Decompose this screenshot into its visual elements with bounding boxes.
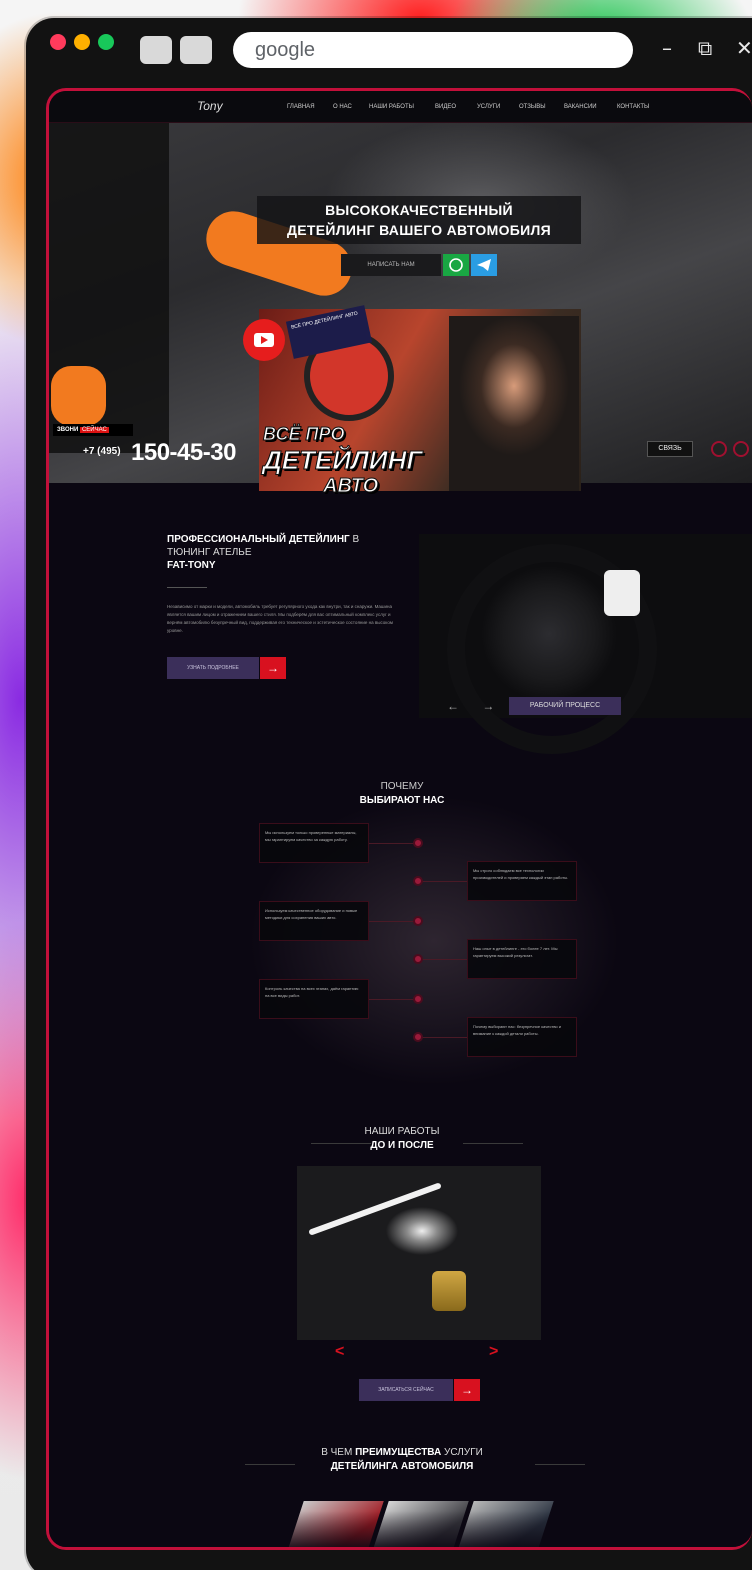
bottom-fade [49,1511,752,1547]
reason-marker [413,916,423,926]
about-title: ПРОФЕССИОНАЛЬНЫЙ ДЕТЕЙЛИНГ В ТЮНИНГ АТЕЛ… [167,533,387,572]
call-now-prefix: ЗВОНИ [57,427,79,433]
video-title: ВСЁ ПРО ДЕТЕЙЛИНГ АВТО [263,421,463,499]
advantages-title-pre: В ЧЕМ [321,1447,353,1458]
about-divider [167,587,207,588]
about-title-bold: ПРОФЕССИОНАЛЬНЫЙ ДЕТЕЙЛИНГ [167,534,350,545]
hero-headline-line1: ВЫСОКОКАЧЕСТВЕННЫЙ [325,202,513,218]
orange-glove-image-2 [51,366,106,426]
tab-square-1[interactable] [140,36,172,64]
hero-write-us-button[interactable]: НАПИСАТЬ НАМ [341,254,441,276]
call-now-tag: ЗВОНИ СЕЙЧАС [53,424,133,436]
hero-headline: ВЫСОКОКАЧЕСТВЕННЫЙ ДЕТЕЙЛИНГ ВАШЕГО АВТО… [257,196,581,244]
traffic-light-close[interactable] [50,34,66,50]
book-now-arrow-button[interactable]: → [454,1379,480,1401]
video-title-line2: ДЕТЕЙЛИНГ [263,445,423,475]
why-title-line1: ПОЧЕМУ [380,781,424,792]
reason-marker [413,876,423,886]
close-icon[interactable]: ✕ [736,36,752,60]
advantages-title-line1: В ЧЕМ ПРЕИМУЩЕСТВА УСЛУГИ [49,1447,752,1458]
slider-next-arrow[interactable]: → [482,699,494,713]
minimize-icon[interactable]: – [662,36,672,60]
phone-number[interactable]: 150-45-30 [131,439,236,467]
reason-marker [413,838,423,848]
site-navbar: Tony ГЛАВНАЯ О НАС НАШИ РАБОТЫ ВИДЕО УСЛ… [49,91,752,123]
call-now-highlight: СЕЙЧАС [79,427,109,433]
traffic-light-minimize[interactable] [74,34,90,50]
nav-item-video[interactable]: ВИДЕО [435,104,456,110]
social-circle-button-2[interactable] [733,441,749,457]
hero-side-controls: СВЯЗЬ [647,441,749,459]
video-title-line3: АВТО [323,475,379,498]
reason-marker [413,954,423,964]
spray-gun-graphic [604,570,640,616]
screenshot-scene: google – ⧉ ✕ Tony ГЛАВНАЯ О НАС НАШИ РАБ… [0,0,752,1570]
nav-item-services[interactable]: УСЛУГИ [477,104,500,110]
youtube-icon[interactable] [243,319,285,361]
advantages-title-line2: ДЕТЕЙЛИНГА АВТОМОБИЛЯ [330,1461,474,1472]
reason-card-6: Почему выбирают нас: безупречное качеств… [467,1017,577,1057]
work-process-photo [419,534,752,754]
reason-marker [413,994,423,1004]
works-title-line1: НАШИ РАБОТЫ [364,1126,440,1137]
nav-item-home[interactable]: ГЛАВНАЯ [287,104,315,110]
reason-card-1: Мы используем только проверенные материа… [259,823,369,863]
about-body-text: Независимо от марки и модели, автомобиль… [167,604,393,633]
works-title-line2: ДО И ПОСЛЕ [370,1140,434,1151]
reason-connector [421,959,467,960]
slider-prev-arrow[interactable]: ← [447,699,459,713]
works-next-arrow[interactable]: > [489,1343,498,1361]
contact-pill-button[interactable]: СВЯЗЬ [647,441,693,457]
reason-connector [421,1037,467,1038]
nav-item-works[interactable]: НАШИ РАБОТЫ [369,104,414,110]
reason-connector [369,843,417,844]
work-process-label: РАБОЧИЙ ПРОЦЕСС [509,697,621,715]
car-emblem-graphic [432,1271,466,1311]
reason-connector [421,881,467,882]
works-prev-arrow[interactable]: < [335,1343,344,1361]
nav-item-vacancies[interactable]: ВАКАНСИИ [564,104,597,110]
photo-slider-arrows: ← → [447,699,494,713]
reason-connector [369,999,417,1000]
hero-headline-line2: ДЕТЕЙЛИНГ ВАШЕГО АВТОМОБИЛЯ [287,222,551,238]
reason-card-2: Мы строго соблюдаем все технологии произ… [467,861,577,901]
reason-marker [413,1032,423,1042]
advantages-title-post: УСЛУГИ [444,1447,483,1458]
restore-icon[interactable]: ⧉ [698,36,712,60]
before-after-photo[interactable] [297,1166,541,1340]
why-title-line2: ВЫБИРАЮТ НАС [359,795,445,806]
nav-item-reviews[interactable]: ОТЗЫВЫ [519,104,546,110]
book-now-button[interactable]: ЗАПИСАТЬСЯ СЕЙЧАС [359,1379,453,1401]
advantages-title-bold: ПРЕИМУЩЕСТВА [355,1447,442,1458]
video-presenter-image [449,316,579,491]
headlight-strip-graphic [308,1182,442,1236]
social-circle-button-1[interactable] [711,441,727,457]
traffic-light-maximize[interactable] [98,34,114,50]
reason-card-4: Наш опыт в детейлинге - это более 7 лет.… [467,939,577,979]
reason-card-5: Контроль качества на всех этапах, даём г… [259,979,369,1019]
address-bar[interactable]: google [233,32,633,68]
website-viewport: Tony ГЛАВНАЯ О НАС НАШИ РАБОТЫ ВИДЕО УСЛ… [46,88,752,1550]
tab-square-2[interactable] [180,36,212,64]
video-title-line1: ВСЁ ПРО [263,424,346,445]
nav-item-contacts[interactable]: КОНТАКТЫ [617,104,649,110]
site-logo[interactable]: Tony [197,99,257,117]
whatsapp-icon[interactable] [443,254,469,276]
phone-prefix: +7 (495) [83,446,121,457]
reason-card-3: Используем качественное оборудование и н… [259,901,369,941]
learn-more-button[interactable]: УЗНАТЬ ПОДРОБНЕЕ [167,657,259,679]
learn-more-arrow-button[interactable]: → [260,657,286,679]
about-title-brand: FAT-TONY [167,560,216,571]
nav-item-about[interactable]: О НАС [333,104,352,110]
reason-connector [369,921,417,922]
telegram-icon[interactable] [471,254,497,276]
